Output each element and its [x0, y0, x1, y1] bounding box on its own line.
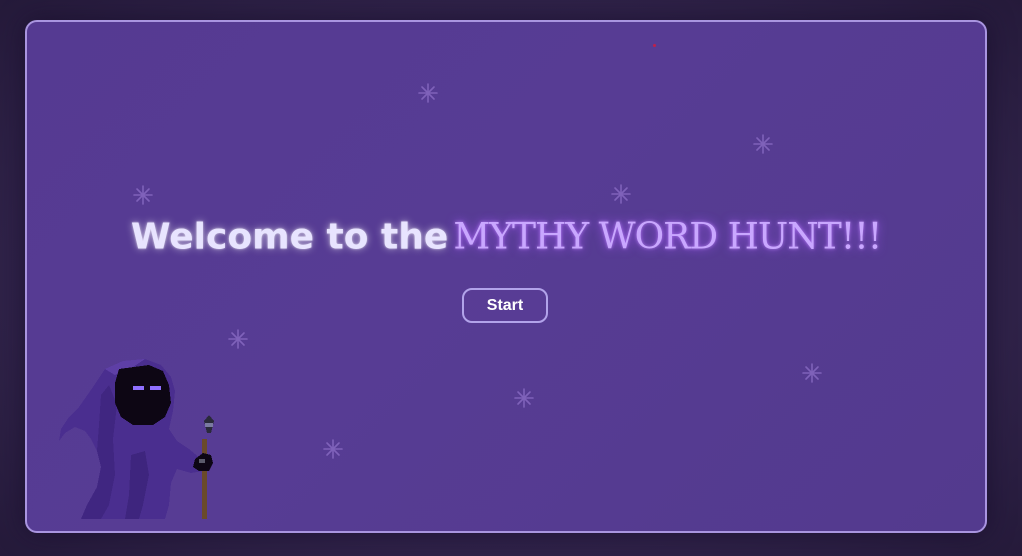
game-name: MYTHY WORD HUNT!!!: [453, 216, 882, 258]
welcome-text: Welcome to the: [130, 216, 449, 258]
sparkle-icon: [133, 185, 153, 205]
sparkle-icon: [323, 439, 343, 459]
sparkle-icon: [228, 329, 248, 349]
sparkle-icon: [611, 184, 631, 204]
sparkle-icon: [514, 388, 534, 408]
sparkle-icon: [802, 363, 822, 383]
sparkle-icon: [418, 83, 438, 103]
game-panel: Welcome to the MYTHY WORD HUNT!!! Start: [25, 20, 987, 533]
start-button[interactable]: Start: [462, 288, 548, 323]
welcome-title: Welcome to the MYTHY WORD HUNT!!!: [27, 212, 985, 262]
sparkle-icon: [753, 134, 773, 154]
accent-dot: [653, 44, 656, 47]
hooded-wizard-icon: [59, 359, 214, 519]
